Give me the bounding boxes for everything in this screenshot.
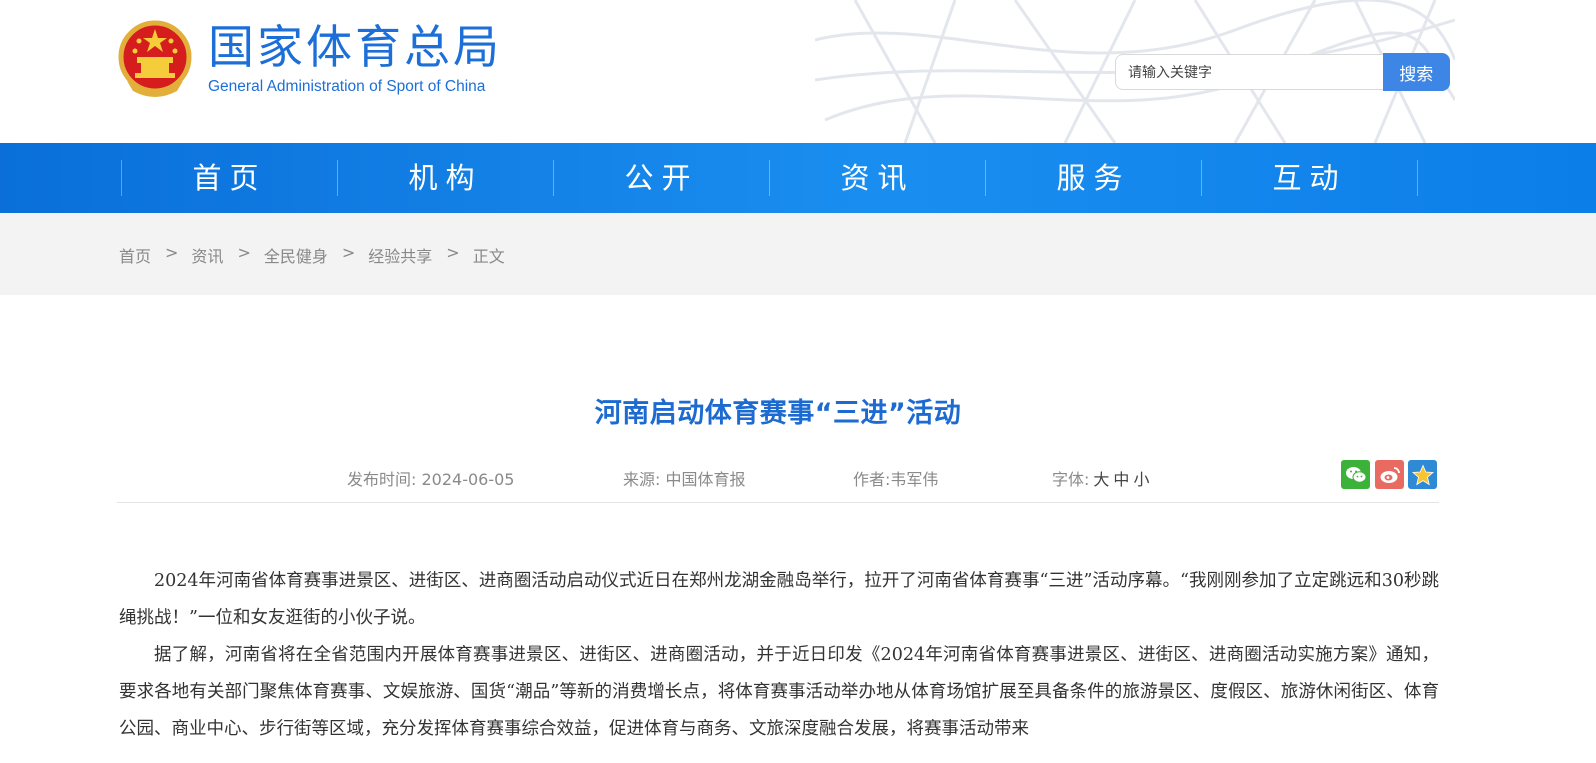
nav-item-news[interactable]: 资讯 — [770, 160, 985, 196]
national-emblem-icon — [118, 20, 192, 97]
breadcrumb-separator: > — [341, 243, 356, 262]
nav-divider — [1417, 160, 1418, 196]
weibo-icon — [1380, 466, 1400, 483]
site-name-chinese: 国家体育总局 — [208, 20, 502, 74]
font-size-small[interactable]: 小 — [1133, 470, 1149, 489]
publish-label: 发布时间: — [347, 470, 417, 489]
nav-item-home[interactable]: 首页 — [122, 160, 337, 196]
article-body: 2024年河南省体育赛事进景区、进街区、进商圈活动启动仪式近日在郑州龙湖金融岛举… — [119, 563, 1439, 748]
font-size-label: 字体: — [1052, 470, 1090, 489]
article-paragraph: 2024年河南省体育赛事进景区、进街区、进商圈活动启动仪式近日在郑州龙湖金融岛举… — [119, 571, 1439, 628]
search-input[interactable] — [1115, 54, 1383, 90]
site-name-english: General Administration of Sport of China — [208, 78, 486, 95]
search-bar: 搜索 — [1115, 53, 1450, 92]
breadcrumb-current: 正文 — [472, 247, 505, 266]
article-title: 河南启动体育赛事“三进”活动 — [594, 398, 962, 430]
breadcrumb: 首页 > 资讯 > 全民健身 > 经验共享 > 正文 — [119, 243, 505, 267]
font-size-control: 字体: 大中小 — [1052, 466, 1149, 490]
source-label: 来源: — [623, 470, 661, 489]
share-weibo-button[interactable] — [1375, 460, 1404, 489]
breadcrumb-news[interactable]: 资讯 — [191, 243, 223, 267]
breadcrumb-fitness[interactable]: 全民健身 — [264, 243, 328, 267]
breadcrumb-bar: 首页 > 资讯 > 全民健身 > 经验共享 > 正文 — [0, 213, 1596, 295]
site-header: 国家体育总局 General Administration of Sport o… — [0, 0, 1596, 143]
nav-item-organizations[interactable]: 机构 — [338, 160, 553, 196]
font-size-medium[interactable]: 中 — [1113, 470, 1129, 489]
publish-info: 发布时间: 2024-06-05 — [347, 466, 514, 490]
font-size-large[interactable]: 大 — [1093, 470, 1109, 489]
source-name: 中国体育报 — [665, 470, 746, 489]
breadcrumb-experience[interactable]: 经验共享 — [368, 243, 432, 267]
author-info: 作者:韦军伟 — [853, 466, 938, 490]
site-logo[interactable]: 国家体育总局 General Administration of Sport o… — [117, 14, 502, 104]
source-info: 来源: 中国体育报 — [623, 466, 746, 490]
share-wechat-button[interactable] — [1341, 460, 1370, 489]
nav-item-services[interactable]: 服务 — [986, 160, 1201, 196]
breadcrumb-home[interactable]: 首页 — [119, 243, 151, 267]
breadcrumb-separator: > — [237, 243, 251, 262]
author-name: 韦军伟 — [890, 470, 939, 489]
search-button[interactable]: 搜索 — [1382, 53, 1450, 91]
author-label: 作者: — [853, 470, 891, 489]
wechat-icon — [1345, 466, 1366, 483]
article-meta: 发布时间: 2024-06-05 来源: 中国体育报 作者:韦军伟 字体: 大中小 — [117, 458, 1439, 503]
add-favorite-button[interactable] — [1408, 460, 1437, 489]
breadcrumb-separator: > — [165, 243, 179, 262]
breadcrumb-separator: > — [446, 243, 460, 262]
article-paragraph: 据了解，河南省将在全省范围内开展体育赛事进景区、进街区、进商圈活动，并于近日印发… — [119, 645, 1439, 739]
nav-item-interaction[interactable]: 互动 — [1202, 160, 1417, 196]
main-navigation: 首页 机构 公开 资讯 服务 互动 — [0, 143, 1596, 213]
publish-date: 2024-06-05 — [421, 470, 515, 489]
favorite-star-icon — [1411, 463, 1434, 485]
nav-item-public-info[interactable]: 公开 — [554, 160, 769, 196]
